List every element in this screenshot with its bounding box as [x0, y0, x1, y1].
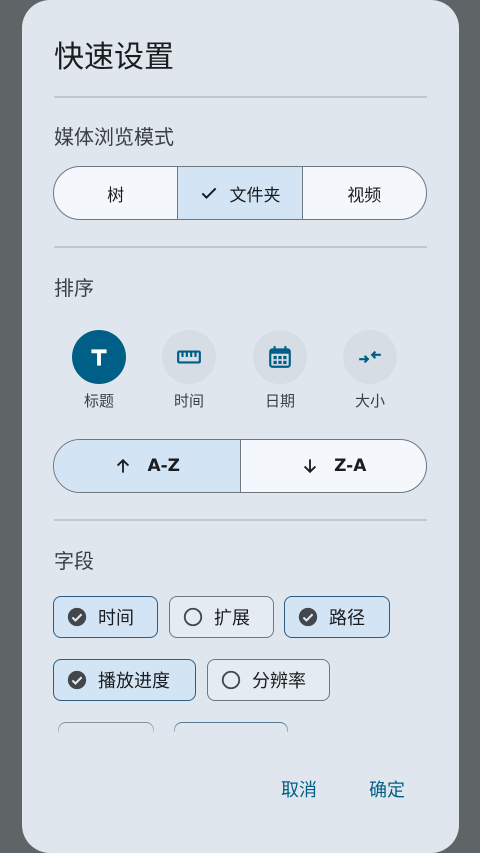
calendar-icon: [269, 346, 291, 368]
sort-direction-selector: A-Z Z-A: [53, 439, 427, 493]
compress-arrows-icon: [359, 350, 381, 364]
divider: [54, 519, 427, 521]
sort-by-title[interactable]: 标题: [59, 330, 139, 411]
check-circle-icon: [298, 607, 318, 627]
cancel-button[interactable]: 取消: [281, 776, 317, 802]
scroll-fade: [22, 718, 459, 738]
browse-mode-folder-label: 文件夹: [229, 185, 281, 206]
sort-label: 排序: [54, 276, 94, 300]
sort-by-size[interactable]: 大小: [330, 330, 410, 411]
check-circle-icon: [67, 607, 87, 627]
field-chip-extension[interactable]: 扩展: [169, 596, 274, 638]
browse-mode-video[interactable]: 视频: [303, 167, 426, 219]
browse-mode-tree[interactable]: 树: [54, 167, 179, 219]
sort-date-button[interactable]: [253, 330, 307, 384]
fields-label: 字段: [54, 549, 94, 573]
arrow-up-icon: [117, 458, 130, 473]
browse-mode-tree-label: 树: [107, 185, 125, 206]
confirm-button[interactable]: 确定: [369, 776, 405, 802]
sort-size-button[interactable]: [343, 330, 397, 384]
field-chip-label: 分辨率: [252, 671, 306, 692]
title-t-icon: [91, 349, 107, 366]
sort-title-label: 标题: [83, 392, 114, 410]
sort-time-button[interactable]: [162, 330, 216, 384]
sort-date-label: 日期: [264, 392, 295, 410]
check-icon: [202, 187, 217, 199]
empty-circle-icon: [221, 670, 241, 690]
sort-by-date[interactable]: 日期: [240, 330, 320, 411]
field-chip-play-progress[interactable]: 播放进度: [53, 659, 196, 701]
divider: [54, 96, 427, 98]
sort-title-button[interactable]: [72, 330, 126, 384]
browse-mode-video-label: 视频: [347, 185, 382, 206]
field-chip-label: 路径: [329, 608, 365, 629]
field-chip-path[interactable]: 路径: [284, 596, 390, 638]
dialog-title: 快速设置: [54, 40, 174, 75]
field-chip-label: 扩展: [214, 608, 250, 629]
field-chip-time[interactable]: 时间: [53, 596, 158, 638]
sort-ascending-button[interactable]: A-Z: [54, 440, 241, 492]
browse-mode-selector: 树 文件夹 视频: [53, 166, 427, 220]
sort-descending-label: Z-A: [334, 456, 367, 476]
quick-settings-dialog: 快速设置 媒体浏览模式 树 文件夹 视频 排序 标题 时间 日期 大小 A-Z …: [22, 0, 459, 853]
arrow-down-icon: [304, 459, 317, 474]
browse-mode-label: 媒体浏览模式: [54, 125, 174, 149]
sort-ascending-label: A-Z: [147, 456, 181, 476]
ruler-icon: [177, 350, 201, 364]
empty-circle-icon: [183, 607, 203, 627]
check-circle-icon: [67, 670, 87, 690]
field-chip-label: 时间: [98, 608, 134, 629]
sort-by-time[interactable]: 时间: [149, 330, 229, 411]
sort-size-label: 大小: [354, 392, 385, 410]
sort-descending-button[interactable]: Z-A: [241, 440, 427, 492]
divider: [54, 246, 427, 248]
sort-time-label: 时间: [173, 392, 204, 410]
field-chip-resolution[interactable]: 分辨率: [207, 659, 330, 701]
browse-mode-folder[interactable]: 文件夹: [178, 167, 303, 219]
field-chip-label: 播放进度: [98, 671, 170, 692]
